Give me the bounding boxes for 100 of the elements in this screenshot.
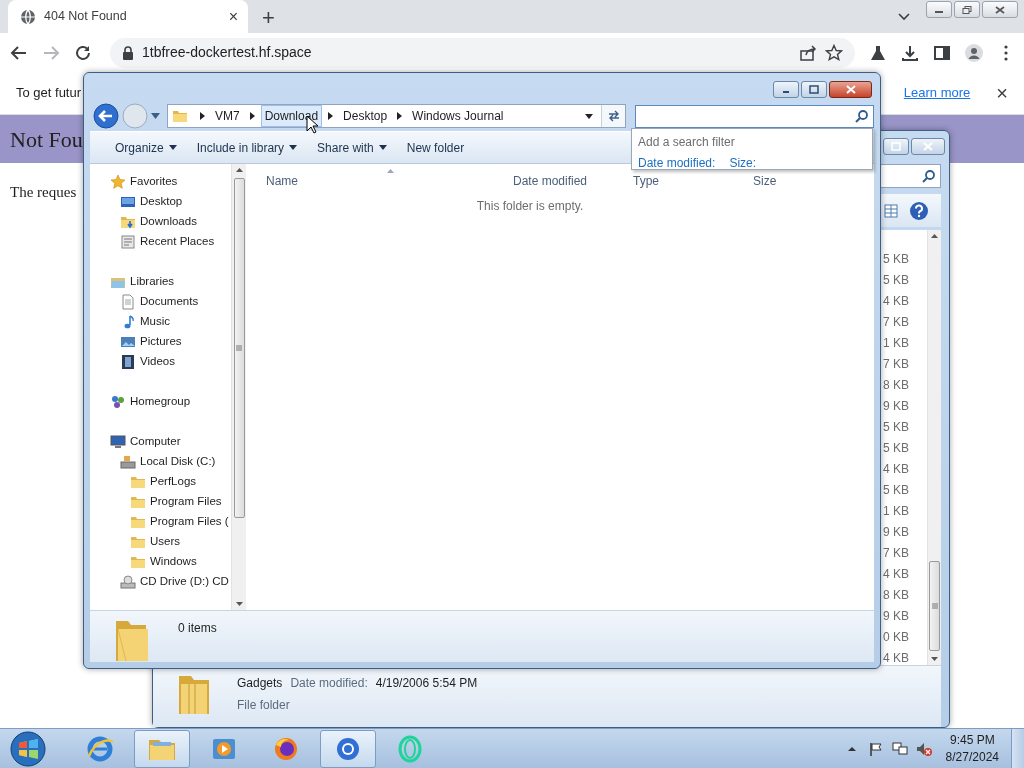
size-cell-text: 1 KB xyxy=(883,503,910,520)
nav-item[interactable]: Downloads xyxy=(90,212,231,232)
toolbar-button[interactable]: Organize xyxy=(108,135,184,160)
maximize-button[interactable] xyxy=(801,81,827,98)
close-button[interactable] xyxy=(982,1,1018,18)
star-icon[interactable] xyxy=(825,43,843,62)
reload-icon[interactable] xyxy=(74,43,92,62)
minimize-button[interactable] xyxy=(926,1,952,18)
refresh-button[interactable] xyxy=(601,105,626,127)
homegroup-icon xyxy=(110,394,126,410)
caret-icon xyxy=(168,145,177,150)
nav-item[interactable]: Computer xyxy=(90,432,231,452)
restore-button[interactable] xyxy=(954,1,980,18)
nav-item[interactable]: Homegroup xyxy=(90,392,231,412)
scroll-down-icon[interactable] xyxy=(931,657,938,661)
search-icon xyxy=(922,169,936,183)
column-header[interactable]: Type xyxy=(627,172,747,190)
column-header[interactable]: Date modified xyxy=(507,172,627,190)
caret-icon xyxy=(378,145,387,150)
side-panel-icon[interactable] xyxy=(933,43,951,62)
back-button[interactable] xyxy=(93,103,119,129)
nav-item[interactable]: Music xyxy=(90,312,231,332)
column-header[interactable]: Size xyxy=(747,172,847,190)
nav-item[interactable]: Favorites xyxy=(90,172,231,192)
nav-item[interactable]: Libraries xyxy=(90,272,231,292)
toolbar-button[interactable]: Share with xyxy=(310,135,394,160)
nav-item[interactable]: Windows xyxy=(90,552,231,572)
filter-link[interactable]: Date modified: xyxy=(638,154,716,172)
learn-more-link[interactable]: Learn more xyxy=(903,83,971,103)
maximize-button[interactable] xyxy=(883,138,909,155)
recent-places-icon xyxy=(120,234,136,250)
scroll-thumb[interactable] xyxy=(929,561,940,651)
breadcrumb[interactable]: Windows Journal xyxy=(408,105,508,127)
dropdown-icon[interactable] xyxy=(585,113,594,119)
close-icon xyxy=(844,85,857,94)
address-bar[interactable]: 1tbfree-dockertest.hf.space xyxy=(110,37,855,68)
filter-link[interactable]: Size: xyxy=(729,154,757,172)
scroll-up-icon[interactable] xyxy=(931,234,938,238)
folder-icon xyxy=(130,514,146,530)
nav-item[interactable]: Pictures xyxy=(90,332,231,352)
nav-item[interactable]: CD Drive (D:) CD xyxy=(90,572,231,592)
scrollbar[interactable] xyxy=(231,164,246,610)
chevron-right-icon[interactable] xyxy=(328,112,334,120)
taskbar-app[interactable] xyxy=(320,729,376,768)
nav-item[interactable]: Recent Places xyxy=(90,232,231,252)
toolbar-button[interactable]: New folder xyxy=(399,135,472,160)
close-tab-button[interactable]: × xyxy=(228,8,238,25)
drive-icon xyxy=(120,454,136,470)
flag-icon[interactable] xyxy=(867,740,884,757)
size-cell-text: 5 KB xyxy=(883,482,910,499)
history-dropdown-icon[interactable] xyxy=(151,113,160,119)
videos-icon xyxy=(120,354,136,370)
desktop-icon xyxy=(120,194,136,210)
breadcrumb[interactable]: VM7 xyxy=(211,105,244,127)
nav-item[interactable]: Videos xyxy=(90,352,231,372)
new-tab-button[interactable]: + xyxy=(262,7,275,29)
browser-tab[interactable]: 404 Not Found × xyxy=(8,0,248,33)
toolbar-button[interactable]: Include in library xyxy=(189,135,305,160)
address-bar[interactable]: VM7 Download Desktop Windows Journal xyxy=(167,104,627,128)
breadcrumb[interactable]: Desktop xyxy=(339,105,392,127)
close-icon xyxy=(995,5,1005,14)
size-cell-text: 4 KB xyxy=(883,461,910,478)
chevron-right-icon[interactable] xyxy=(200,112,205,120)
document-icon xyxy=(120,294,136,310)
back-icon[interactable] xyxy=(10,43,28,62)
nav-item[interactable]: Program Files xyxy=(90,492,231,512)
nav-item[interactable]: Desktop xyxy=(90,192,231,212)
grip-icon xyxy=(236,345,242,351)
scrollbar[interactable] xyxy=(927,230,941,665)
close-button[interactable] xyxy=(829,81,872,98)
maximize-icon xyxy=(808,85,820,94)
chevron-right-icon[interactable] xyxy=(249,112,255,120)
minimize-button[interactable] xyxy=(773,81,799,98)
size-cell-text: 9 KB xyxy=(883,524,910,541)
nav-item[interactable]: Documents xyxy=(90,292,231,312)
scroll-up-icon[interactable] xyxy=(235,168,243,172)
share-icon[interactable] xyxy=(799,43,817,62)
column-header[interactable]: Name xyxy=(246,172,507,190)
download-icon[interactable] xyxy=(901,43,919,62)
start-button[interactable] xyxy=(8,728,48,768)
globe-icon xyxy=(20,8,36,25)
view-icon[interactable] xyxy=(883,202,899,219)
help-icon[interactable] xyxy=(909,200,929,221)
scroll-thumb[interactable] xyxy=(233,178,245,518)
flask-icon[interactable] xyxy=(869,43,887,62)
size-cell-text: 1 KB xyxy=(883,335,910,352)
nav-item[interactable]: Local Disk (C:) xyxy=(90,452,231,472)
search-field[interactable] xyxy=(635,104,874,128)
profile-icon[interactable] xyxy=(965,43,983,62)
nav-item[interactable]: Users xyxy=(90,532,231,552)
network-icon[interactable] xyxy=(891,740,908,757)
scroll-down-icon[interactable] xyxy=(235,602,243,606)
chevron-down-icon[interactable] xyxy=(898,13,910,21)
folder-icon xyxy=(130,554,146,570)
breadcrumb[interactable]: Download xyxy=(260,105,323,127)
nav-item[interactable]: Program Files ( xyxy=(90,512,231,532)
chevron-right-icon[interactable] xyxy=(397,112,403,120)
close-infobar-button[interactable]: × xyxy=(996,83,1008,103)
url-text: 1tbfree-dockertest.hf.space xyxy=(142,43,313,62)
nav-item[interactable]: PerfLogs xyxy=(90,472,231,492)
